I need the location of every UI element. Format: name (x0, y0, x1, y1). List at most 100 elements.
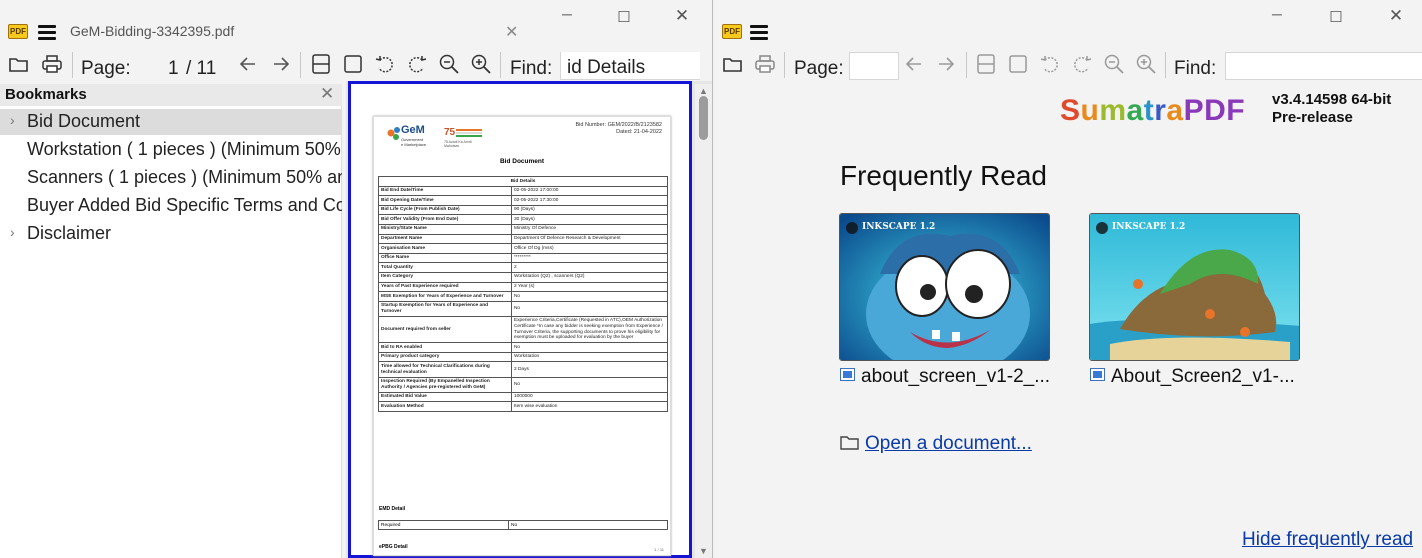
table-cell-key: Time allowed for Technical Clarification… (378, 361, 512, 378)
page-input[interactable]: 1 (168, 58, 179, 80)
fit-width-icon[interactable] (342, 53, 364, 75)
epbg-title: ePBG Detail (379, 544, 408, 550)
bookmark-item-disclaimer[interactable]: › Disclaimer (0, 221, 342, 247)
zoom-in-icon[interactable] (1135, 53, 1157, 75)
maximize-button[interactable]: ☐ (614, 8, 634, 26)
rotate-right-icon[interactable] (1071, 53, 1093, 75)
table-row: Item Category Workstation (Q2) , scanners… (378, 271, 669, 283)
table-cell-value: Workstation (510, 351, 669, 363)
table-cell-key: Bid End Date/Time (378, 185, 512, 197)
table-row: Time allowed for Technical Clarification… (378, 361, 669, 378)
thumbnail-image-monster (840, 214, 1049, 360)
maximize-button[interactable]: ☐ (1326, 8, 1346, 26)
zoom-out-icon[interactable] (1103, 53, 1125, 75)
table-row: Bid End Date/Time 02-05-2022 17:00:00 (378, 185, 669, 197)
vertical-scrollbar[interactable]: ▲ ▼ (695, 84, 712, 558)
open-folder-icon[interactable] (722, 53, 744, 75)
hamburger-menu-icon[interactable] (750, 25, 768, 40)
open-document-link[interactable]: Open a document... (840, 433, 1032, 455)
bookmarks-close-icon[interactable]: ✕ (320, 84, 334, 104)
find-label: Find: (1174, 58, 1217, 79)
table-cell-key: Total Quantity (378, 262, 512, 273)
close-window-button[interactable]: ✕ (672, 6, 692, 26)
thumbnail-caption-2[interactable]: About_Screen2_v1-... (1090, 366, 1295, 388)
prev-page-arrow-icon[interactable] (237, 53, 259, 75)
thumbnail-caption-1[interactable]: about_screen_v1-2_... (840, 366, 1050, 388)
minimize-button[interactable]: ─ (557, 6, 577, 22)
minimize-button[interactable]: ─ (1267, 6, 1287, 22)
logo-letter: u (1080, 94, 1100, 127)
table-header: Bid Details (378, 176, 668, 187)
prev-page-arrow-icon[interactable] (903, 53, 925, 75)
logo-letter: a (1126, 94, 1144, 127)
sumatra-app-icon: PDF (722, 24, 742, 39)
tab-title[interactable]: GeM-Bidding-3342395.pdf (70, 23, 234, 39)
table-cell-value: 1000000 (510, 391, 669, 403)
azadi-text: 75 Azadi Ka Amrit Mahotsav (444, 140, 472, 148)
scrollbar-thumb[interactable] (699, 96, 708, 140)
bookmark-item-scanners[interactable]: Scanners ( 1 pieces ) (Minimum 50% and (0, 165, 342, 191)
table-cell-value: 30 (Days) (510, 214, 669, 225)
table-row: Ministry/State Name Ministry Of Defence (378, 223, 669, 235)
fit-page-icon[interactable] (975, 53, 997, 75)
page-total: / 11 (186, 58, 217, 79)
image-file-icon (840, 368, 855, 381)
find-input[interactable]: id Details (560, 52, 700, 80)
bookmark-item-workstation[interactable]: Workstation ( 1 pieces ) (Minimum 50% (0, 137, 342, 163)
frequently-read-thumbnail-1[interactable]: INKSCAPE 1.2 (839, 213, 1050, 361)
frequently-read-thumbnail-2[interactable]: INKSCAPE 1.2 (1089, 213, 1300, 361)
bookmark-item-bid-document[interactable]: › Bid Document (0, 109, 342, 135)
document-view[interactable]: GeM Government e Marketplace 75 75 Azadi… (346, 81, 712, 558)
rotate-right-icon[interactable] (406, 53, 428, 75)
bookmark-label: Scanners ( 1 pieces ) (Minimum 50% and (27, 167, 342, 187)
thumbnail-image-island (1090, 214, 1299, 360)
table-row: Organisation Name Office Of Dg (mss) (378, 243, 669, 254)
bookmark-label: Bid Document (27, 111, 141, 131)
azadi-number: 75 (444, 127, 456, 138)
table-cell-value: No (510, 342, 669, 353)
hamburger-menu-icon[interactable] (38, 25, 56, 40)
fit-page-icon[interactable] (310, 53, 332, 75)
image-file-icon (1090, 368, 1105, 381)
left-window: PDF GeM-Bidding-3342395.pdf ✕ ─ ☐ ✕ Page… (0, 0, 713, 558)
bookmark-item-buyer-terms[interactable]: Buyer Added Bid Specific Terms and Con (0, 193, 342, 219)
scroll-down-icon[interactable]: ▼ (699, 546, 708, 556)
expand-chevron-icon[interactable]: › (10, 224, 15, 240)
table-cell-value: Department Of Defence Research & Develop… (510, 233, 669, 245)
table-cell-key: Evaluation Method (378, 401, 512, 413)
version-line: v3.4.14598 64-bit (1272, 91, 1392, 108)
gem-logo-text: GeM (401, 124, 425, 136)
table-row: Years of Past Experience required 2 Year … (378, 281, 669, 293)
page-input[interactable] (849, 52, 899, 80)
table-cell-key: Item Category (378, 271, 512, 283)
print-icon[interactable] (41, 53, 63, 75)
table-cell-key: Years of Past Experience required (378, 281, 512, 293)
expand-chevron-icon[interactable]: › (10, 112, 15, 128)
bookmark-label: Workstation ( 1 pieces ) (Minimum 50% (27, 139, 341, 159)
table-cell-key: Department Name (378, 233, 512, 245)
table-cell-key: Organisation Name (378, 243, 512, 254)
prerelease-line: Pre-release (1272, 109, 1353, 126)
open-document-link-text[interactable]: Open a document... (865, 433, 1032, 454)
tab-close-icon[interactable]: ✕ (505, 22, 518, 42)
next-page-arrow-icon[interactable] (935, 53, 957, 75)
zoom-out-icon[interactable] (438, 53, 460, 75)
rotate-left-icon[interactable] (374, 53, 396, 75)
right-titlebar: PDF ─ ☐ ✕ (714, 0, 1422, 44)
table-cell-value: No (510, 291, 669, 302)
scroll-up-icon[interactable]: ▲ (699, 86, 708, 96)
hide-frequently-read-link[interactable]: Hide frequently read (1242, 529, 1413, 551)
open-folder-icon[interactable] (8, 53, 30, 75)
print-icon[interactable] (754, 53, 776, 75)
fit-width-icon[interactable] (1007, 53, 1029, 75)
open-folder-icon (840, 436, 859, 450)
find-input[interactable] (1225, 52, 1422, 80)
table-cell-value: No (510, 376, 669, 393)
zoom-in-icon[interactable] (470, 53, 492, 75)
close-window-button[interactable]: ✕ (1386, 6, 1406, 26)
left-titlebar: PDF GeM-Bidding-3342395.pdf ✕ ─ ☐ ✕ (0, 0, 712, 44)
rotate-left-icon[interactable] (1039, 53, 1061, 75)
table-cell-key: Office Name (378, 252, 512, 264)
next-page-arrow-icon[interactable] (270, 53, 292, 75)
table-cell-key: Primary product category (378, 351, 512, 363)
